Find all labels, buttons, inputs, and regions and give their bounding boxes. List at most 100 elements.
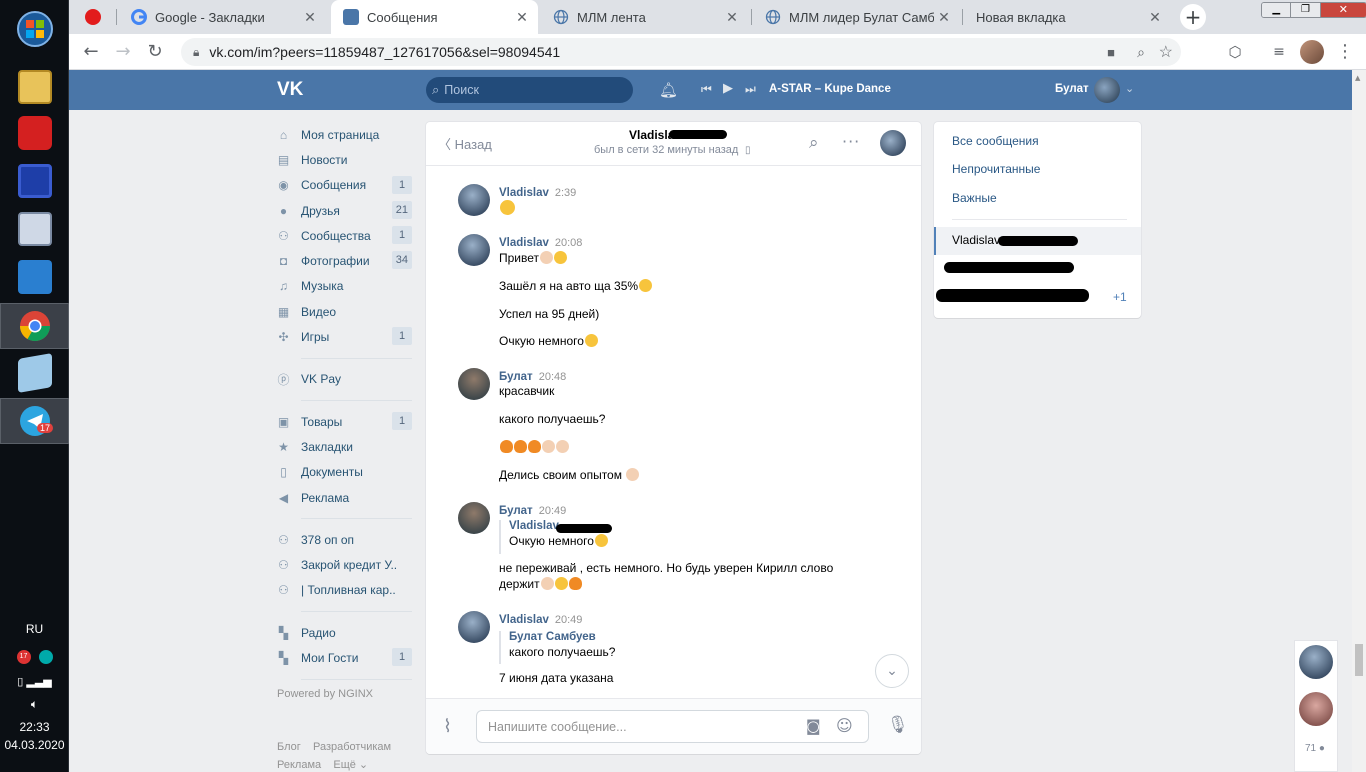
address-bar[interactable]: 🔒︎ vk.com/im?peers=11859487_127617056&se… — [181, 38, 1181, 66]
filter-unread[interactable]: Непрочитанные — [952, 162, 1040, 176]
clock-time[interactable]: 22:33 — [0, 720, 69, 734]
scroll-down-button[interactable]: ⌄ — [875, 654, 909, 688]
sidebar-item-bookmarks[interactable]: ★ Закладки — [277, 434, 412, 459]
online-friend-avatar[interactable] — [1299, 692, 1333, 726]
sidebar-item-communities[interactable]: ⚇ Сообщества 1 — [277, 223, 412, 248]
tab-pinned[interactable] — [73, 0, 113, 34]
footer-ads-link[interactable]: Реклама — [277, 759, 321, 771]
camera-blocked-icon[interactable]: ■ — [1107, 45, 1115, 60]
vk-search-input[interactable]: ⌕ Поиск — [426, 77, 633, 103]
microphone-icon[interactable]: 🎙︎ — [887, 715, 909, 735]
profile-avatar[interactable] — [1300, 40, 1324, 64]
extension-cube-icon[interactable]: ⬡ — [1223, 40, 1247, 64]
message-author[interactable]: Vladislav — [499, 614, 549, 626]
tray-app-icon[interactable] — [38, 650, 53, 664]
back-arrow-icon[interactable]: ← — [79, 40, 103, 64]
taskbar-telegram[interactable]: 17 — [0, 398, 69, 444]
sidebar-item-friends[interactable]: ● Друзья 21 — [277, 198, 412, 223]
tab-new[interactable]: Новая вкладка ✕ — [964, 0, 1171, 34]
chevron-down-icon[interactable]: ⌄ — [1125, 82, 1134, 95]
volume-icon[interactable]: 🔈︎ — [0, 697, 69, 712]
attach-paperclip-icon[interactable]: ⌇ — [443, 716, 452, 737]
play-icon[interactable]: ▶ — [723, 81, 733, 96]
next-track-icon[interactable]: ⏭ — [745, 82, 756, 97]
header-user-name[interactable]: Булат — [1055, 83, 1089, 95]
taskbar-calculator[interactable] — [0, 206, 69, 252]
notifications-bell-icon[interactable]: 🔔︎ — [659, 81, 678, 99]
sidebar-item-ads[interactable]: ◀ Реклама — [277, 485, 412, 510]
avatar[interactable] — [458, 234, 490, 266]
page-scrollbar[interactable]: ▲ — [1352, 70, 1366, 772]
sidebar-item-news[interactable]: ▤ Новости — [277, 147, 412, 172]
close-icon[interactable]: ✕ — [722, 9, 742, 26]
taskbar-app-save[interactable] — [0, 158, 69, 204]
message-author[interactable]: Булат — [499, 505, 533, 517]
now-playing-track[interactable]: A-STAR – Kupe Dance — [769, 83, 891, 95]
tab-mlm-leader[interactable]: МЛМ лидер Булат Самбуе ✕ — [753, 0, 960, 34]
scrollbar-thumb[interactable] — [1355, 644, 1363, 676]
footer-more-link[interactable]: Ещё — [333, 759, 356, 771]
footer-blog-link[interactable]: Блог — [277, 741, 301, 753]
maximize-button[interactable]: ❐ — [1290, 3, 1320, 17]
start-button[interactable] — [0, 6, 69, 52]
filter-important[interactable]: Важные — [952, 191, 997, 205]
reply-quote[interactable]: Булат Самбуев какого получаешь? — [499, 631, 615, 664]
back-button[interactable]: 〈 Назад — [438, 134, 492, 153]
prev-track-icon[interactable]: ⏮ — [701, 82, 712, 97]
sidebar-group-2[interactable]: ⚇ Закрой кредит У.. — [277, 552, 412, 577]
close-icon[interactable]: ✕ — [934, 9, 954, 26]
online-friend-avatar[interactable] — [1299, 645, 1333, 679]
message-time[interactable]: 20:49 — [555, 614, 583, 626]
avatar[interactable] — [458, 502, 490, 534]
sidebar-group-1[interactable]: ⚇ 378 оп оп — [277, 527, 412, 552]
header-avatar[interactable] — [1094, 77, 1120, 103]
sidebar-item-games[interactable]: ✣ Игры 1 — [277, 324, 412, 349]
footer-dev-link[interactable]: Разработчикам — [313, 741, 391, 753]
sidebar-item-my-page[interactable]: ⌂ Моя страница — [277, 122, 412, 147]
message-author[interactable]: Vladislav — [499, 187, 549, 199]
taskbar-media[interactable] — [0, 254, 69, 300]
zoom-icon[interactable]: ⌕ — [1137, 44, 1145, 61]
sidebar-item-video[interactable]: ▦ Видео — [277, 299, 412, 324]
more-dots-icon[interactable]: ··· — [842, 132, 860, 151]
sidebar-app-guests[interactable]: ▚ Мои Гости 1 — [277, 645, 412, 670]
message-time[interactable]: 20:49 — [539, 505, 567, 517]
search-icon[interactable]: ⌕ — [809, 133, 819, 153]
vk-logo-icon[interactable]: VK — [277, 79, 307, 101]
menu-dots-icon[interactable]: ⋮ — [1333, 40, 1357, 64]
close-icon[interactable]: ✕ — [300, 9, 320, 26]
message-time[interactable]: 20:48 — [539, 371, 567, 383]
bookmark-star-icon[interactable]: ☆ — [1159, 42, 1173, 62]
peer-name[interactable]: Vladisla — [629, 128, 674, 142]
clock-date[interactable]: 04.03.2020 — [0, 738, 69, 752]
reload-icon[interactable]: ↻ — [143, 40, 167, 64]
emoji-smile-icon[interactable]: ☺ — [836, 716, 853, 735]
online-count[interactable]: 71 ● — [1305, 743, 1325, 754]
avatar[interactable] — [458, 184, 490, 216]
sidebar-group-3[interactable]: ⚇ | Топливная кар.. — [277, 578, 412, 603]
sidebar-item-messages[interactable]: ◉ Сообщения 1 — [277, 173, 412, 198]
avatar[interactable] — [458, 368, 490, 400]
sidebar-item-vkpay[interactable]: ⓟ VK Pay — [277, 367, 412, 392]
filter-all-messages[interactable]: Все сообщения — [952, 134, 1039, 148]
avatar[interactable] — [458, 611, 490, 643]
close-icon[interactable]: ✕ — [512, 9, 532, 26]
sidebar-item-music[interactable]: ♫ Музыка — [277, 274, 412, 299]
new-tab-button[interactable]: + — [1180, 4, 1206, 30]
taskbar-chrome[interactable] — [0, 303, 69, 349]
message-time[interactable]: 20:08 — [555, 237, 583, 249]
close-icon[interactable]: ✕ — [1145, 9, 1165, 26]
network-icon[interactable]: ▯ ▂▃▅ — [0, 675, 69, 688]
message-author[interactable]: Vladislav — [499, 237, 549, 249]
sidebar-item-goods[interactable]: ▣ Товары 1 — [277, 409, 412, 434]
tab-messages[interactable]: Сообщения ✕ — [331, 0, 538, 34]
peer-avatar[interactable] — [880, 130, 906, 156]
camera-icon[interactable]: ◙ — [806, 717, 821, 735]
message-time[interactable]: 2:39 — [555, 187, 576, 199]
media-queue-icon[interactable]: ≡ — [1267, 40, 1291, 64]
sidebar-item-photos[interactable]: ◘ Фотографии 34 — [277, 248, 412, 273]
tray-badge-icon[interactable]: 17 — [16, 650, 31, 664]
sidebar-app-radio[interactable]: ▚ Радио — [277, 620, 412, 645]
taskbar-notepad[interactable] — [0, 350, 69, 396]
taskbar-app-red[interactable] — [0, 110, 69, 156]
